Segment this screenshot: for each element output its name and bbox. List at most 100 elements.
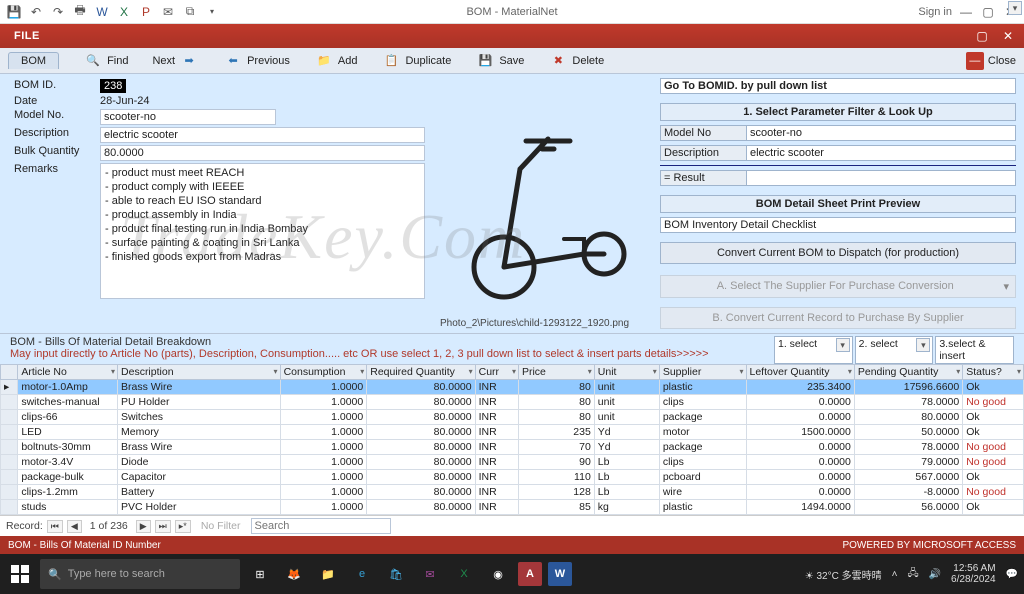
table-row[interactable]: LEDMemory1.000080.0000 INR235Ydmotor 150…	[1, 425, 1024, 440]
table-row[interactable]: boltnuts-30mmBrass Wire1.000080.0000 INR…	[1, 440, 1024, 455]
col-header[interactable]: Article No▾	[18, 365, 118, 380]
convert-dispatch-button[interactable]: Convert Current BOM to Dispatch (for pro…	[660, 242, 1016, 264]
redo-icon[interactable]: ↷	[50, 4, 66, 20]
duplicate-button[interactable]: 📋Duplicate	[381, 52, 451, 70]
save-button[interactable]: 💾Save	[475, 52, 524, 70]
select1-box[interactable]: 1. select▾	[774, 336, 853, 364]
print-icon[interactable]: 🖶	[72, 4, 88, 20]
firefox-icon[interactable]: 🦊	[280, 560, 308, 588]
select3-box[interactable]: 3.select & insert	[935, 336, 1014, 364]
volume-icon[interactable]: 🔊	[929, 569, 941, 580]
prev-record-button[interactable]: ◀	[67, 520, 82, 533]
chrome-icon[interactable]: ◉	[484, 560, 512, 588]
clock-time[interactable]: 12:56 AM	[953, 563, 995, 574]
description-input[interactable]	[100, 127, 425, 143]
record-search-input[interactable]	[251, 518, 391, 534]
next-record-button[interactable]: ▶	[136, 520, 151, 533]
maximize-icon[interactable]: ▢	[980, 4, 996, 20]
col-header[interactable]: Leftover Quantity▾	[746, 365, 854, 380]
clock-date[interactable]: 6/28/2024	[951, 574, 996, 585]
binoculars-icon: 🔍	[83, 52, 103, 70]
col-header[interactable]: Curr▾	[475, 365, 518, 380]
select2-box[interactable]: 2. select▾	[855, 336, 934, 364]
ribbon-collapse-icon[interactable]: ▢	[974, 28, 990, 44]
word-export-icon[interactable]: W	[94, 4, 110, 20]
copy-icon[interactable]: ⧉	[182, 4, 198, 20]
print-checklist-row[interactable]: BOM Inventory Detail Checklist▾	[660, 217, 1016, 233]
task-view-icon[interactable]: ⊞	[246, 560, 274, 588]
bomid-value[interactable]: 238	[100, 79, 126, 93]
arrow-left-icon: ⬅	[223, 52, 243, 70]
email-icon[interactable]: ✉	[160, 4, 176, 20]
chevron-down-icon[interactable]: ▾	[916, 338, 930, 352]
ribbon-close-icon[interactable]: ✕	[1000, 28, 1016, 44]
bom-grid[interactable]: Article No▾Description▾Consumption▾Requi…	[0, 364, 1024, 515]
first-record-button[interactable]: ⏮	[47, 520, 63, 533]
table-row[interactable]: motor-3.4VDiode1.000080.0000 INR90Lbclip…	[1, 455, 1024, 470]
remarks-label: Remarks	[10, 162, 96, 300]
chevron-down-icon[interactable]: ▾	[1008, 1, 1022, 15]
search-icon: 🔍	[48, 568, 62, 581]
weather-widget[interactable]: ☀ 32°C 多雲時晴	[805, 567, 882, 582]
tray-chevron-icon[interactable]: ˄	[892, 569, 898, 580]
goto-bomid-row[interactable]: Go To BOMID. by pull down list ▾	[660, 78, 1016, 94]
next-button[interactable]: Next➡	[152, 52, 199, 70]
qat-dropdown-icon[interactable]: ▾	[204, 4, 220, 20]
store-icon[interactable]: 🛍	[382, 560, 410, 588]
photo-panel: Photo_2\Pictures\child-1293122_1920.png	[436, 74, 656, 333]
access-icon[interactable]: A	[518, 562, 542, 586]
col-header[interactable]: Supplier▾	[659, 365, 746, 380]
table-row[interactable]: switches-manualPU Holder1.000080.0000 IN…	[1, 395, 1024, 410]
explorer-icon[interactable]: 📁	[314, 560, 342, 588]
start-button[interactable]	[6, 560, 34, 588]
pdf-export-icon[interactable]: P	[138, 4, 154, 20]
remarks-textarea[interactable]: - product must meet REACH - product comp…	[100, 163, 425, 299]
chevron-down-icon[interactable]: ▾	[836, 338, 850, 352]
col-header[interactable]: Required Quantity▾	[367, 365, 475, 380]
col-header[interactable]: Description▾	[118, 365, 281, 380]
filter-desc-row[interactable]: Descriptionelectric scooter▾	[660, 145, 1016, 161]
record-label: Record:	[6, 520, 43, 532]
status-right: POWERED BY MICROSOFT ACCESS	[842, 540, 1016, 551]
add-button[interactable]: 📁Add	[314, 52, 358, 70]
table-row[interactable]: package-bulkCapacitor1.000080.0000 INR11…	[1, 470, 1024, 485]
bulk-input[interactable]	[100, 145, 425, 161]
table-row[interactable]: ▸ motor-1.0AmpBrass Wire1.000080.0000 IN…	[1, 380, 1024, 395]
signin-link[interactable]: Sign in	[918, 6, 952, 18]
undo-icon[interactable]: ↶	[28, 4, 44, 20]
excel-icon[interactable]: X	[450, 560, 478, 588]
network-icon[interactable]: 🖧	[907, 566, 918, 583]
filter-model-row[interactable]: Model Noscooter-no▾	[660, 125, 1016, 141]
delete-icon: ✖	[548, 52, 568, 70]
word-icon[interactable]: W	[548, 562, 572, 586]
col-header[interactable]: Price▾	[518, 365, 594, 380]
table-row[interactable]: clips-1.2mmBattery1.000080.0000 INR128Lb…	[1, 485, 1024, 500]
table-row[interactable]: studsPVC Holder1.000080.0000 INR85kgplas…	[1, 500, 1024, 515]
file-tab[interactable]: FILE	[0, 24, 54, 48]
notif-icon[interactable]: 💬	[1006, 569, 1018, 580]
last-record-button[interactable]: ⏭	[155, 520, 171, 533]
col-header[interactable]: Pending Quantity▾	[854, 365, 962, 380]
table-row[interactable]: clips-66Switches1.000080.0000 INR80unitp…	[1, 410, 1024, 425]
supplier-a-button[interactable]: A. Select The Supplier For Purchase Conv…	[660, 275, 1016, 298]
save-icon[interactable]: 💾	[6, 4, 22, 20]
date-label: Date	[10, 94, 96, 108]
filter-result-row[interactable]: = Result▾	[660, 170, 1016, 186]
close-button[interactable]: —Close	[966, 52, 1016, 70]
bom-tab[interactable]: BOM	[8, 52, 59, 69]
find-button[interactable]: 🔍Find	[83, 52, 128, 70]
col-header[interactable]: Consumption▾	[280, 365, 367, 380]
previous-button[interactable]: ⬅Previous	[223, 52, 290, 70]
windows-taskbar: 🔍Type here to search ⊞ 🦊 📁 e 🛍 ✉ X ◉ A W…	[0, 554, 1024, 594]
col-header[interactable]: Unit▾	[594, 365, 659, 380]
col-header[interactable]: Status?▾	[963, 365, 1024, 380]
new-record-button[interactable]: ▸*	[175, 520, 191, 533]
edge-icon[interactable]: e	[348, 560, 376, 588]
excel-export-icon[interactable]: X	[116, 4, 132, 20]
delete-button[interactable]: ✖Delete	[548, 52, 604, 70]
taskbar-search[interactable]: 🔍Type here to search	[40, 559, 240, 589]
model-input[interactable]	[100, 109, 276, 125]
supplier-b-button[interactable]: B. Convert Current Record to Purchase By…	[660, 307, 1016, 329]
minimize-icon[interactable]: —	[958, 4, 974, 20]
mail-icon[interactable]: ✉	[416, 560, 444, 588]
